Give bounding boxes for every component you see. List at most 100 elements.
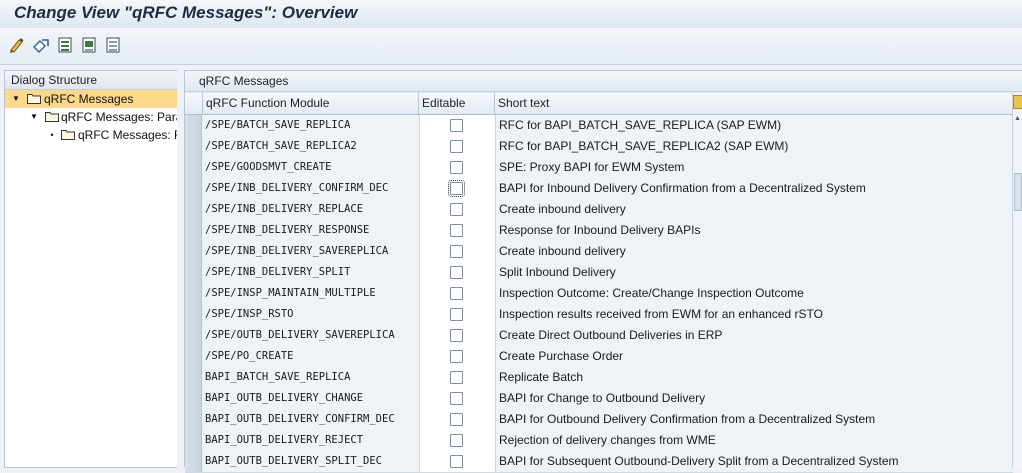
column-header-short-text[interactable]: Short text — [494, 93, 1013, 114]
table-row[interactable]: BAPI_BATCH_SAVE_REPLICA Replicate Batch — [185, 367, 1016, 389]
deselect-all-icon[interactable] — [104, 36, 122, 54]
function-module-cell: /SPE/INB_DELIVERY_SPLIT — [202, 262, 420, 283]
select-all-header[interactable] — [185, 93, 201, 114]
table-row[interactable]: BAPI_OUTB_DELIVERY_REJECT Rejection of de… — [185, 430, 1016, 452]
row-selector[interactable] — [185, 241, 202, 262]
table-row[interactable]: /SPE/INB_DELIVERY_CONFIRM_DEC BAPI for In… — [185, 178, 1016, 200]
editable-cell — [420, 388, 496, 409]
row-selector[interactable] — [185, 178, 202, 199]
editable-cell — [420, 136, 496, 157]
editable-cell — [420, 430, 496, 451]
editable-checkbox[interactable] — [450, 455, 463, 468]
row-selector[interactable] — [185, 409, 202, 430]
table-row[interactable]: /SPE/INB_DELIVERY_RESPONSE Response for I… — [185, 220, 1016, 242]
table-row[interactable]: /SPE/INSP_RSTO Inspection results receive… — [185, 304, 1016, 326]
editable-checkbox[interactable] — [450, 140, 463, 153]
table-row[interactable]: /SPE/INSP_MAINTAIN_MULTIPLE Inspection Ou… — [185, 283, 1016, 305]
expand-arrow-icon[interactable]: ▼ — [29, 108, 39, 126]
editable-checkbox[interactable] — [450, 203, 463, 216]
editable-checkbox[interactable] — [450, 266, 463, 279]
editable-checkbox[interactable] — [450, 245, 463, 258]
table-row[interactable]: /SPE/INB_DELIVERY_SPLIT Split Inbound Del… — [185, 262, 1016, 284]
function-module-cell: BAPI_OUTB_DELIVERY_REJECT — [202, 430, 420, 451]
qrfc-messages-table-panel: qRFC Messages qRFC Function Module Edita… — [184, 70, 1022, 473]
editable-cell — [420, 283, 496, 304]
row-selector[interactable] — [185, 346, 202, 367]
folder-icon — [45, 112, 59, 122]
table-row[interactable]: BAPI_OUTB_DELIVERY_CONFIRM_DEC BAPI for O… — [185, 409, 1016, 431]
tree-item-qrfc-messages[interactable]: ▼ qRFC Messages — [5, 90, 177, 108]
row-selector[interactable] — [185, 367, 202, 388]
editable-checkbox[interactable] — [450, 371, 463, 384]
short-text-cell: Response for Inbound Delivery BAPIs — [496, 220, 1016, 241]
table-row[interactable]: /SPE/BATCH_SAVE_REPLICA2 RFC for BAPI_BAT… — [185, 136, 1016, 158]
editable-checkbox[interactable] — [450, 308, 463, 321]
short-text-cell: Rejection of delivery changes from WME — [496, 430, 1016, 451]
table-row[interactable]: BAPI_OUTB_DELIVERY_SPLIT_DEC BAPI for Sub… — [185, 451, 1016, 473]
editable-cell — [420, 304, 496, 325]
tree-item-label: qRFC Messages: Fi — [78, 128, 177, 142]
column-settings-icon[interactable] — [1013, 95, 1022, 109]
row-selector[interactable] — [185, 388, 202, 409]
editable-checkbox[interactable] — [450, 224, 463, 237]
row-selector[interactable] — [185, 199, 202, 220]
row-selector[interactable] — [185, 262, 202, 283]
short-text-cell: BAPI for Subsequent Outbound-Delivery Sp… — [496, 451, 1016, 472]
table-row[interactable]: /SPE/INB_DELIVERY_SAVEREPLICA Create inbo… — [185, 241, 1016, 263]
scroll-up-icon[interactable]: ▲ — [1014, 115, 1021, 122]
table-header: qRFC Function Module Editable Short text — [185, 93, 1022, 115]
table-row[interactable]: /SPE/INB_DELIVERY_REPLACE Create inbound … — [185, 199, 1016, 221]
function-module-cell: /SPE/INB_DELIVERY_CONFIRM_DEC — [202, 178, 420, 199]
editable-checkbox[interactable] — [450, 350, 463, 363]
editable-cell — [420, 115, 496, 136]
table-row[interactable]: /SPE/BATCH_SAVE_REPLICA RFC for BAPI_BATC… — [185, 115, 1016, 137]
function-module-cell: /SPE/GOODSMVT_CREATE — [202, 157, 420, 178]
tree-item-qrfc-messages-parameters[interactable]: ▼ qRFC Messages: Parar — [5, 108, 177, 126]
row-selector[interactable] — [185, 430, 202, 451]
select-block-icon[interactable] — [80, 36, 98, 54]
row-selector[interactable] — [185, 115, 202, 136]
table-title: qRFC Messages — [185, 71, 1022, 92]
editable-cell — [420, 241, 496, 262]
function-module-cell: /SPE/PO_CREATE — [202, 346, 420, 367]
row-selector[interactable] — [185, 157, 202, 178]
editable-checkbox[interactable] — [450, 119, 463, 132]
row-selector[interactable] — [185, 304, 202, 325]
editable-checkbox[interactable] — [450, 413, 463, 426]
table-row[interactable]: /SPE/PO_CREATE Create Purchase Order — [185, 346, 1016, 368]
expand-arrow-icon[interactable]: ▼ — [11, 90, 21, 108]
editable-checkbox[interactable] — [450, 434, 463, 447]
row-selector[interactable] — [185, 283, 202, 304]
vertical-scrollbar[interactable]: ▲ — [1012, 93, 1022, 467]
editable-checkbox[interactable] — [450, 161, 463, 174]
short-text-cell: RFC for BAPI_BATCH_SAVE_REPLICA2 (SAP EW… — [496, 136, 1016, 157]
other-view-icon[interactable] — [32, 36, 50, 54]
function-module-cell: /SPE/OUTB_DELIVERY_SAVEREPLICA — [202, 325, 420, 346]
row-selector[interactable] — [185, 136, 202, 157]
editable-checkbox[interactable] — [450, 329, 463, 342]
short-text-cell: Create inbound delivery — [496, 241, 1016, 262]
short-text-cell: Inspection results received from EWM for… — [496, 304, 1016, 325]
column-header-editable[interactable]: Editable — [418, 93, 495, 114]
function-module-cell: /SPE/BATCH_SAVE_REPLICA — [202, 115, 420, 136]
folder-icon — [61, 130, 75, 140]
column-header-function-module[interactable]: qRFC Function Module — [202, 93, 417, 114]
row-selector[interactable] — [185, 325, 202, 346]
leaf-bullet-icon: • — [50, 130, 54, 140]
tree-item-qrfc-messages-fields[interactable]: • qRFC Messages: Fi — [5, 126, 177, 144]
display-change-icon[interactable] — [8, 36, 26, 54]
editable-cell — [420, 220, 496, 241]
editable-checkbox[interactable] — [450, 287, 463, 300]
row-selector[interactable] — [185, 451, 202, 472]
editable-cell — [420, 199, 496, 220]
table-row[interactable]: BAPI_OUTB_DELIVERY_CHANGE BAPI for Change… — [185, 388, 1016, 410]
row-selector[interactable] — [185, 220, 202, 241]
table-row[interactable]: /SPE/GOODSMVT_CREATE SPE: Proxy BAPI for … — [185, 157, 1016, 179]
select-all-icon[interactable] — [56, 36, 74, 54]
table-row[interactable]: /SPE/OUTB_DELIVERY_SAVEREPLICA Create Dir… — [185, 325, 1016, 347]
editable-checkbox[interactable] — [448, 180, 465, 197]
window-title: Change View "qRFC Messages": Overview — [14, 3, 358, 22]
scroll-thumb[interactable] — [1014, 173, 1022, 211]
editable-checkbox[interactable] — [450, 392, 463, 405]
dialog-structure-header: Dialog Structure — [5, 71, 177, 90]
